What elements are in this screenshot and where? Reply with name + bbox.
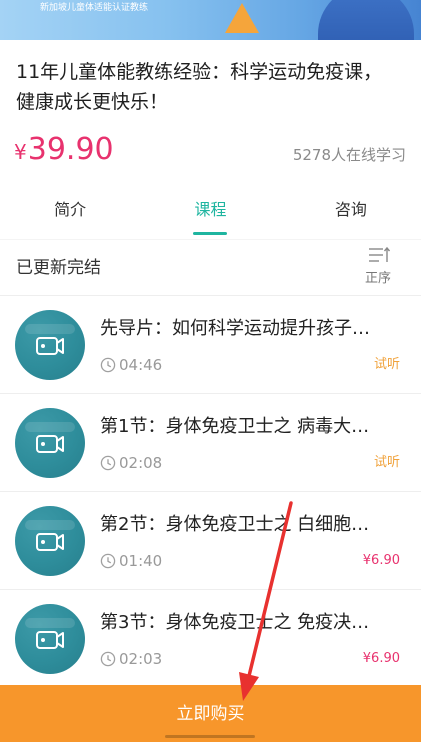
tab-label: 咨询 xyxy=(334,200,367,219)
video-camera-icon xyxy=(36,631,64,649)
lesson-item[interactable]: 先导片：如何科学运动提升孩子… 04:46 试听 xyxy=(0,295,421,393)
lesson-thumbnail xyxy=(15,604,85,674)
video-camera-icon xyxy=(36,337,64,355)
video-camera-icon xyxy=(36,533,64,551)
clock-icon xyxy=(100,455,116,471)
lesson-duration: 02:03 xyxy=(119,650,163,668)
price-value: 39.90 xyxy=(27,132,114,167)
lesson-price-tag: 试听 xyxy=(373,455,400,470)
tab-bar: 简介 课程 咨询 xyxy=(0,190,421,240)
home-indicator xyxy=(165,735,255,738)
sort-icon xyxy=(369,246,390,262)
lesson-thumbnail xyxy=(15,310,85,380)
lesson-thumbnail xyxy=(15,408,85,478)
thumbnail-highlight xyxy=(25,618,75,628)
lesson-title: 第2节：身体免疫卫士之 白细胞… xyxy=(100,514,370,535)
banner-person-figure xyxy=(318,0,414,40)
lesson-thumbnail xyxy=(15,506,85,576)
update-status: 已更新完结 xyxy=(16,258,101,278)
lesson-price-tag: ¥6.90 xyxy=(362,553,400,568)
thumbnail-highlight xyxy=(25,324,75,334)
lesson-list: 先导片：如何科学运动提升孩子… 04:46 试听 第1节：身体免疫卫士之 病毒大… xyxy=(0,295,421,687)
triangle-icon xyxy=(225,3,259,33)
tab-active-indicator xyxy=(193,232,228,235)
learner-count: 5278人在线学习 xyxy=(292,146,406,164)
lessons-header: 已更新完结 正序 xyxy=(0,242,421,294)
lesson-duration: 01:40 xyxy=(119,552,163,570)
course-title: 11年儿童体能教练经验：科学运动免疫课，健康成长更快乐！ xyxy=(16,61,383,113)
course-page: 新加坡儿童体适能认证教练 11年儿童体能教练经验：科学运动免疫课，健康成长更快乐… xyxy=(0,0,421,742)
tab-label: 简介 xyxy=(54,200,87,219)
clock-icon xyxy=(100,553,116,569)
thumbnail-highlight xyxy=(25,422,75,432)
buy-now-label: 立即购买 xyxy=(176,704,245,724)
buy-now-button[interactable]: 立即购买 xyxy=(0,685,421,742)
tab-label: 课程 xyxy=(194,200,227,219)
lesson-item[interactable]: 第1节：身体免疫卫士之 病毒大… 02:08 试听 xyxy=(0,393,421,491)
lesson-item[interactable]: 第2节：身体免疫卫士之 白细胞… 01:40 ¥6.90 xyxy=(0,491,421,589)
sort-label: 正序 xyxy=(364,271,391,286)
lesson-duration: 02:08 xyxy=(119,454,163,472)
course-banner-image: 新加坡儿童体适能认证教练 xyxy=(0,0,421,40)
tab-intro[interactable]: 简介 xyxy=(0,190,140,239)
course-price: ¥ 39.90 xyxy=(14,130,114,170)
sort-order-button[interactable]: 正序 xyxy=(363,246,393,290)
lesson-price-tag: ¥6.90 xyxy=(362,651,400,666)
lesson-duration: 04:46 xyxy=(119,356,163,374)
lesson-item[interactable]: 第3节：身体免疫卫士之 免疫决… 02:03 ¥6.90 xyxy=(0,589,421,687)
clock-icon xyxy=(100,357,116,373)
price-currency-symbol: ¥ xyxy=(14,140,27,164)
banner-caption: 新加坡儿童体适能认证教练 xyxy=(40,3,149,13)
clock-icon xyxy=(100,651,116,667)
lesson-title: 第1节：身体免疫卫士之 病毒大… xyxy=(100,416,370,437)
lesson-price-tag: 试听 xyxy=(373,357,400,372)
video-camera-icon xyxy=(36,435,64,453)
lesson-title: 第3节：身体免疫卫士之 免疫决… xyxy=(100,612,370,633)
tab-course[interactable]: 课程 xyxy=(140,190,280,239)
thumbnail-highlight xyxy=(25,520,75,530)
tab-consult[interactable]: 咨询 xyxy=(281,190,421,239)
lesson-title: 先导片：如何科学运动提升孩子… xyxy=(100,318,370,339)
